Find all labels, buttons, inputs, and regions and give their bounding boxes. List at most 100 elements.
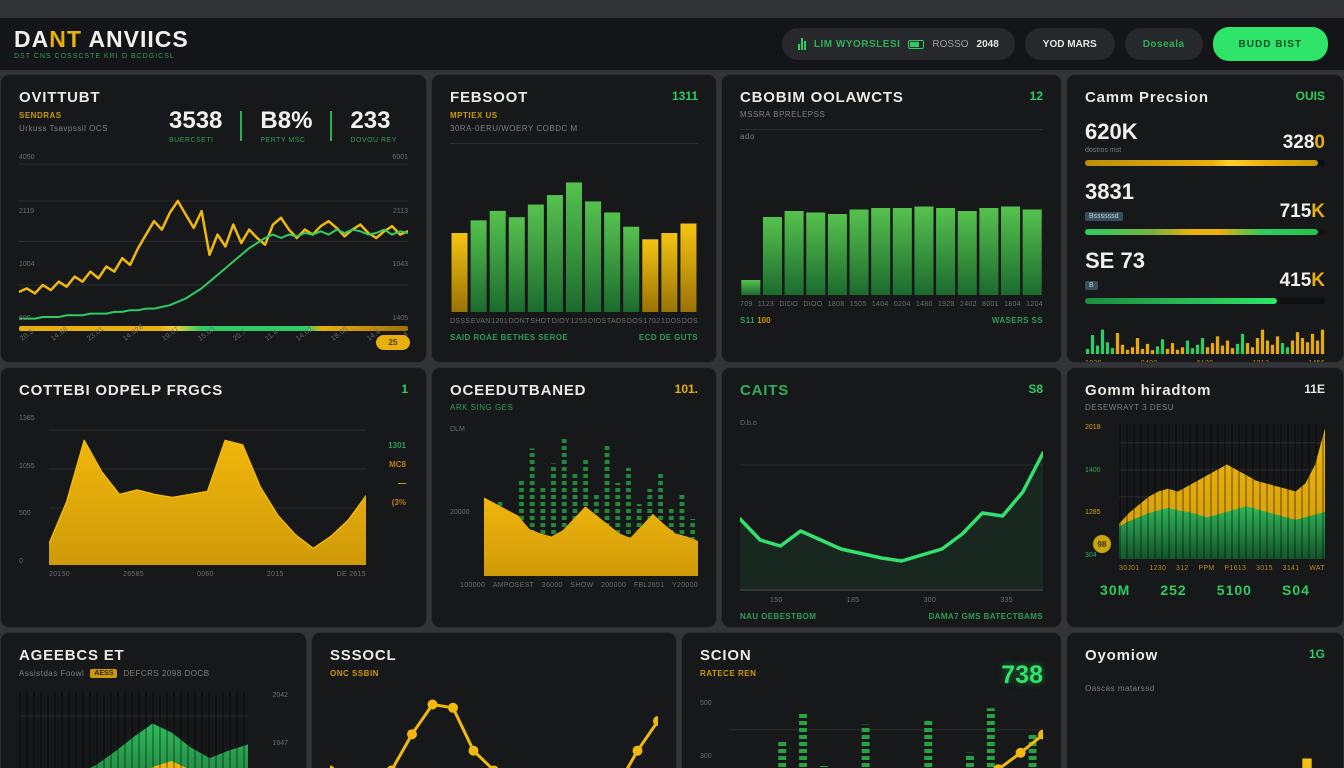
kpi-right: 3280 <box>1283 132 1325 154</box>
panel-cbobim: CBOBIM OOLAWCTS 12 MSSRA BPRELEPSS ado 7… <box>721 74 1062 363</box>
panel-subtitle: ARK SING GES <box>450 403 698 412</box>
stat-divider <box>240 111 242 141</box>
panel-value: 1G <box>1309 647 1325 661</box>
panel-value: 1 <box>401 382 408 396</box>
divider <box>450 143 698 144</box>
menu-pill-marks[interactable]: YOD MARS <box>1025 28 1115 60</box>
status-value: 2048 <box>977 39 999 50</box>
progress-fill-mixed <box>1085 229 1318 235</box>
caits-chart-area <box>740 441 1043 591</box>
sub-text: Assistdas Foowl <box>19 669 84 678</box>
panel-title: CBOBIM OOLAWCTS <box>740 89 904 106</box>
scion-combo-chart <box>730 700 1043 768</box>
ageebcs-stacked-chart <box>19 692 248 768</box>
caits-line-chart <box>740 441 1043 591</box>
oyomiow-chart-area <box>1085 709 1325 768</box>
logo-text: DANT ANVIICS <box>14 27 189 51</box>
panel-subtitle-row: Assistdas Foowl AESS DEFCRS 2098 DOCB <box>19 669 288 678</box>
stat-item: 3538 BUERCSETI <box>169 107 222 144</box>
kpi-value: 3831 <box>1085 179 1134 205</box>
kpi-right: 715K <box>1280 201 1325 223</box>
legend-pct: (3% <box>388 498 406 507</box>
footer-left: S11 100 <box>740 316 771 325</box>
y-axis-left: DLM20000 <box>450 426 469 516</box>
kpi-value: SE 73 <box>1085 248 1145 274</box>
panel-overview: OVITTUBT SENDRAS Urkuss Tsavpssil OCS 35… <box>0 74 427 363</box>
corner-label: D.b.o <box>740 420 757 427</box>
oyomiow-bar-chart <box>1085 709 1325 768</box>
kpi-right: 415K <box>1280 270 1325 292</box>
summary-numbers: 30M2525100S04 <box>1085 582 1325 598</box>
gomm-chart-area: 201814001285304 98 <box>1085 424 1325 559</box>
cbobim-chart-area <box>740 145 1043 295</box>
panel-title: CAITS <box>740 382 789 399</box>
kpi-row: 3831 Bssssssd 715K <box>1085 179 1325 223</box>
dashboard-grid: OVITTUBT SENDRAS Urkuss Tsavpssil OCS 35… <box>0 70 1344 768</box>
yellow-badge: AESS <box>90 669 117 678</box>
febsoot-chart-area <box>450 154 698 312</box>
x-axis-labels: 100000AMPOSEST36000SHOW200000FBL2651Y200… <box>450 582 698 589</box>
panel-cottebi: COTTEBI ODPELP FRGCS 1 136510555000 1301… <box>0 367 427 628</box>
sub-text: DEFCRS 2098 DOCB <box>123 669 209 678</box>
panel-value: 1311 <box>672 89 698 103</box>
x-axis-labels: 7091123DIDODIOO1808150514040204148019282… <box>740 301 1043 308</box>
progress-fill-yellow <box>1085 160 1318 166</box>
x-axis-labels: 30J011230312PPMP161330153141WAT <box>1085 565 1325 572</box>
kpi-value: 620K <box>1085 119 1138 145</box>
oceedut-chart-area: DLM20000 <box>450 426 698 576</box>
overview-line-chart <box>19 154 408 322</box>
panel-value: 738 <box>1001 661 1043 690</box>
panel-oceedut: OCEEDUTBANED 101. ARK SING GES DLM20000 … <box>431 367 717 628</box>
footer-right: DAMA7 GMS BATECTBAMS <box>928 612 1043 621</box>
kpi-badge: B <box>1085 281 1098 290</box>
panel-scion: SCION RATECE REN 738 50030015000 <box>681 632 1062 768</box>
panel-ageebcs: AGEEBCS ET Assistdas Foowl AESS DEFCRS 2… <box>0 632 307 768</box>
battery-icon <box>908 40 924 49</box>
cottebi-area-chart <box>49 415 366 565</box>
panel-precision: Camm Precsion OUIS 620Kdostros mst 3280 … <box>1066 74 1344 363</box>
panel-value: 101. <box>675 382 698 396</box>
panel-caits: CAITS S8 D.b.o 150185300335 NAU OEBESTBO… <box>721 367 1062 628</box>
panel-subtitle: RATECE REN <box>700 669 756 678</box>
panel-title: OVITTUBT <box>19 89 100 106</box>
panel-title: SCION <box>700 647 756 664</box>
progress-track <box>1085 229 1325 235</box>
panel-febsoot: FEBSOOT 1311 MPTIEX US 30RA-0ERU/WOERY C… <box>431 74 717 363</box>
status-pill[interactable]: LIM WYORSLESI ROSSO 2048 <box>782 28 1015 60</box>
divider-label: ado <box>740 132 1043 141</box>
x-axis-labels: 201502658500602015DE 2615 <box>19 571 408 578</box>
scion-chart-area: 50030015000 <box>700 700 1043 768</box>
cottebi-chart-area: 136510555000 1301 MC8 — (3% <box>19 415 408 565</box>
y-axis-left: 50030015000 <box>700 700 712 768</box>
footer-right: WASERS SS <box>992 316 1043 325</box>
panel-sssocl: SSSOCL ONC SSBIN <box>311 632 677 768</box>
topbar-actions: LIM WYORSLESI ROSSO 2048 YOD MARS Doseal… <box>782 27 1328 61</box>
progress-track <box>1085 298 1325 304</box>
signal-icon <box>798 38 806 50</box>
top-bar: DANT ANVIICS DST CNS COSSCSTE KRI O BCDG… <box>0 18 1344 70</box>
status-label: LIM WYORSLESI <box>814 39 901 50</box>
kpi-badge: Bssssssd <box>1085 212 1123 221</box>
overview-chart-area: 405021191004600 6001211310431405 <box>19 154 408 322</box>
panel-title: OCEEDUTBANED <box>450 382 586 399</box>
panel-footer: NAU OEBESTBOM DAMA7 GMS BATECTBAMS <box>740 612 1043 621</box>
sparkline-area <box>1085 312 1325 354</box>
x-axis-labels: 20.314.8823.0114.02819.0715.0320.711.414… <box>19 337 408 344</box>
footer-left: SAID ROAE BETHES SEROE <box>450 333 568 342</box>
sssocl-chart-area <box>330 688 658 768</box>
chart-badge[interactable]: 25 <box>376 335 410 350</box>
panel-desc: Oascas matarssd <box>1085 684 1325 693</box>
sparkline-chart <box>1085 312 1325 354</box>
kpi-row: SE 73 B 415K <box>1085 248 1325 292</box>
primary-action-button[interactable]: BUDD BIST <box>1213 27 1328 61</box>
logo-tagline: DST CNS COSSCSTE KRI O BCDGICSL <box>14 53 189 60</box>
progress-track <box>1085 160 1325 166</box>
panel-subtitle: MPTIEX US <box>450 111 698 120</box>
logo-accent: NT <box>49 26 82 52</box>
status-value-gray: ROSSO <box>932 39 968 50</box>
x-axis-labels: 19360400612819121456 <box>1085 360 1325 363</box>
right-labels: 1301 MC8 — (3% <box>388 441 406 507</box>
menu-pill-doseala[interactable]: Doseala <box>1125 28 1203 60</box>
panel-title: FEBSOOT <box>450 89 528 106</box>
legend-swatch: — <box>388 479 406 488</box>
